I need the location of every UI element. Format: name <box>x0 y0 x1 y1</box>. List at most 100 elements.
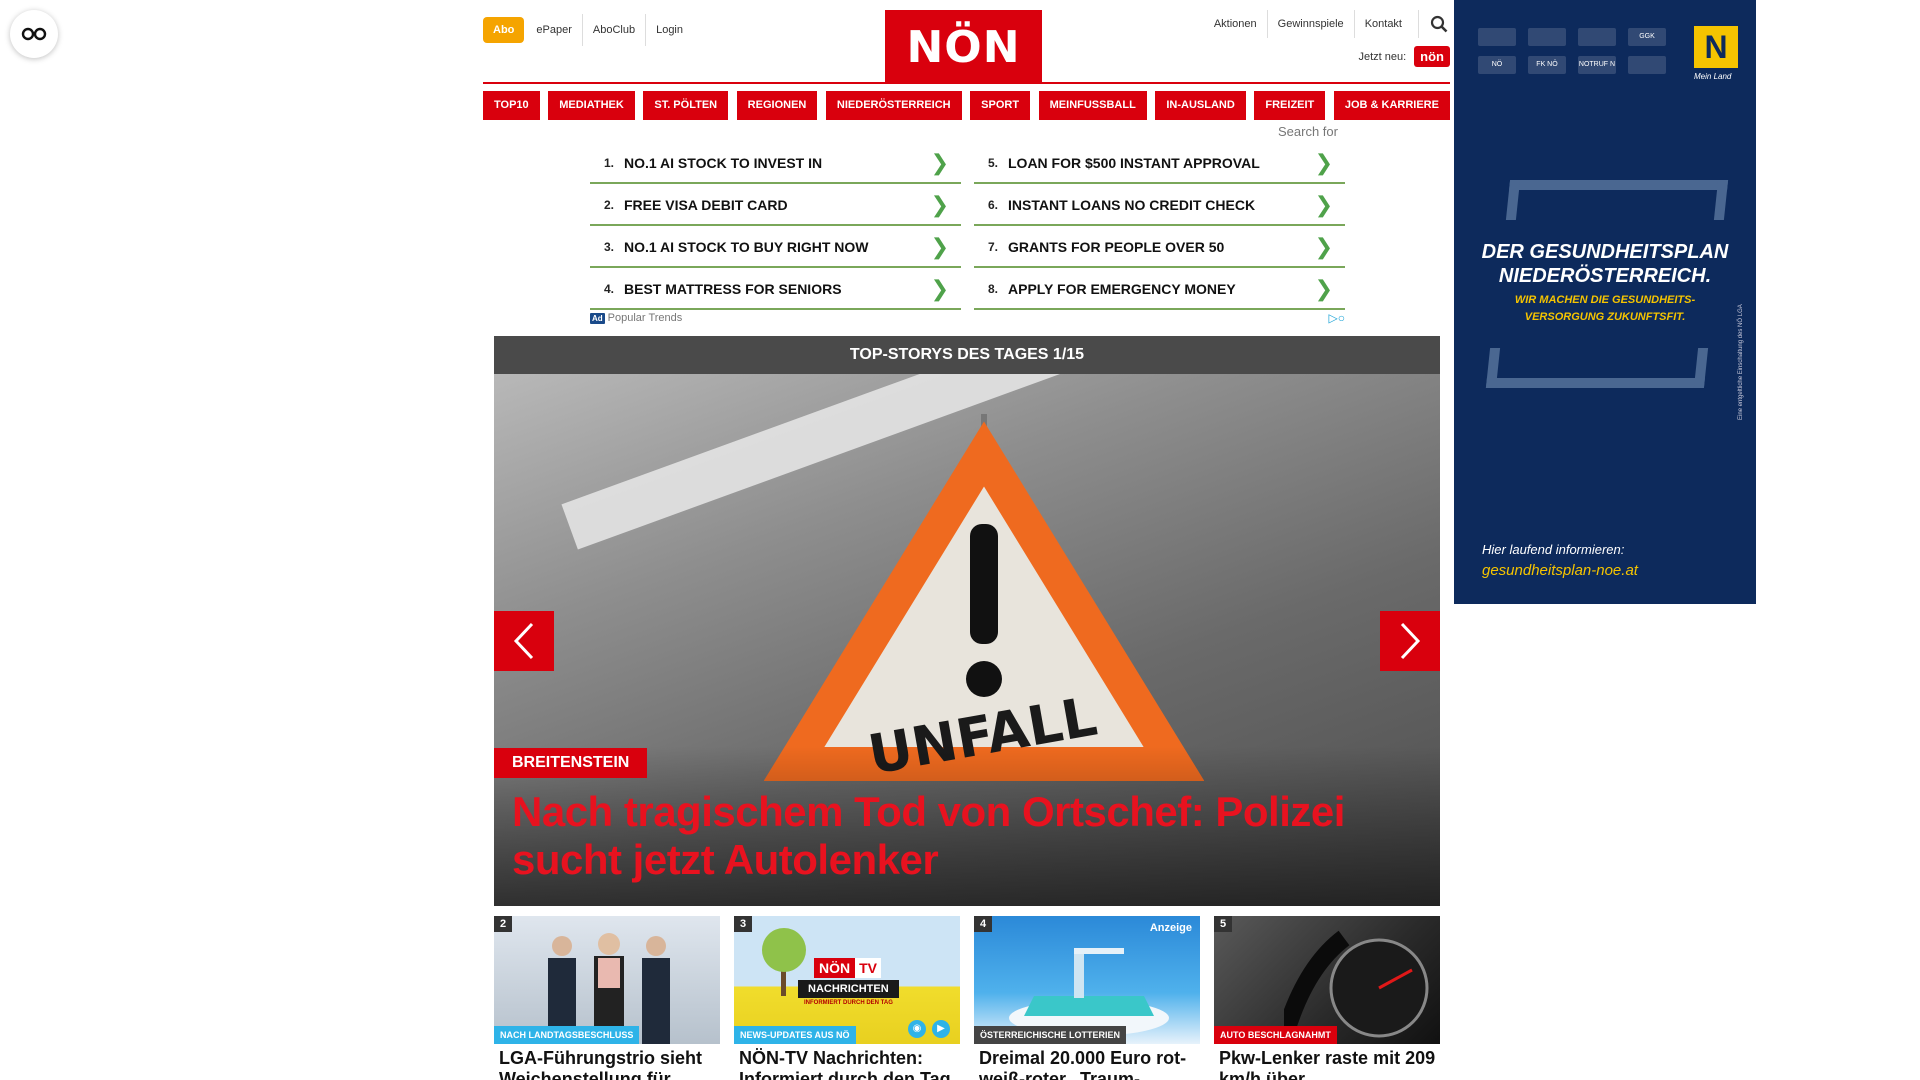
gewinnspiele-link[interactable]: Gewinnspiele <box>1266 10 1354 38</box>
search-ad-item[interactable]: 6. INSTANT LOANS NO CREDIT CHECK ❯ <box>974 186 1345 226</box>
jetzt-neu-label: Jetzt neu: <box>1358 50 1407 63</box>
search-ad-text: NO.1 AI STOCK TO INVEST IN <box>624 155 823 171</box>
search-ad-item[interactable]: 1. NO.1 AI STOCK TO INVEST IN ❯ <box>590 144 961 184</box>
card-tag[interactable]: ÖSTERREICHISCHE LOTTERIEN <box>974 1026 1127 1044</box>
header-left-links: Abo ePaper AboClub Login <box>483 14 693 46</box>
card-number: 3 <box>734 916 753 932</box>
search-ad-item[interactable]: 4. BEST MATTRESS FOR SENIORS ❯ <box>590 270 961 310</box>
slider-prev-button[interactable] <box>494 611 554 671</box>
search-ad-item[interactable]: 5. LOAN FOR $500 INSTANT APPROVAL ❯ <box>974 144 1345 184</box>
search-ad-number: 6. <box>987 198 998 212</box>
hero-category-tag[interactable]: BREITENSTEIN <box>494 748 648 778</box>
frame-decoration <box>1485 348 1709 388</box>
card-number: 4 <box>974 916 993 932</box>
ad-subline-1: WIR MACHEN DIE GESUNDHEITS- <box>1514 294 1696 306</box>
chevron-right-icon: ❯ <box>1314 150 1333 175</box>
card-tag[interactable]: NEWS-UPDATES AUS NÖ <box>734 1026 856 1044</box>
search-ad-item[interactable]: 3. NO.1 AI STOCK TO BUY RIGHT NOW ❯ <box>590 228 961 268</box>
nav-in-ausland[interactable]: IN-AUSLAND <box>1155 91 1246 120</box>
ad-badge: Ad <box>590 312 605 324</box>
frame-decoration <box>1505 180 1729 220</box>
card-title[interactable]: LGA-Führungstrio sieht Weichenstellung f… <box>499 1048 719 1080</box>
story-card[interactable]: 4 Anzeige ÖSTERREICHISCHE LOTTERIEN Drei… <box>974 916 1200 1080</box>
glasses-icon <box>21 27 47 41</box>
anzeige-label: Anzeige <box>1149 922 1192 934</box>
ad-subline: WIR MACHEN DIE GESUNDHEITS- VERSORGUNG Z… <box>1454 292 1756 326</box>
epaper-link[interactable]: ePaper <box>526 14 581 46</box>
partner-logo <box>1478 28 1516 46</box>
partner-logo <box>1578 28 1616 46</box>
story-cards: 2 NACH LANDTAGSBESCHLUSS LGA-Führungstri… <box>494 916 1440 1080</box>
nav-meinfussball[interactable]: MEINFUSSBALL <box>1038 91 1147 120</box>
noen-logo[interactable]: NÖN <box>885 10 1042 84</box>
search-ad-number: 3. <box>603 240 614 254</box>
card-tag[interactable]: NACH LANDTAGSBESCHLUSS <box>494 1026 640 1044</box>
search-icon[interactable] <box>1418 10 1450 38</box>
jetzt-neu[interactable]: Jetzt neu: nön <box>1358 46 1450 67</box>
sidebar-ad[interactable]: GGK NÖ FK NÖ NOTRUF N N Mein Land DER GE… <box>1454 0 1756 604</box>
warning-triangle-image: UNFALL <box>764 414 1204 784</box>
noen-tv-logo: NÖN TV <box>814 958 882 978</box>
story-card[interactable]: 2 NACH LANDTAGSBESCHLUSS LGA-Führungstri… <box>494 916 720 1080</box>
card-title[interactable]: Dreimal 20.000 Euro rot-weiß-roter „Trau… <box>979 1048 1199 1080</box>
reader-mode-button[interactable] <box>10 10 58 58</box>
card-number: 5 <box>1214 916 1233 932</box>
card-title[interactable]: NÖN-TV Nachrichten: Informiert durch den… <box>739 1048 959 1080</box>
aboclub-link[interactable]: AboClub <box>581 14 645 46</box>
nav-mediathek[interactable]: MEDIATHEK <box>548 91 635 120</box>
ad-provider[interactable]: Popular Trends <box>608 312 683 324</box>
search-ad-text: APPLY FOR EMERGENCY MONEY <box>1008 281 1236 297</box>
login-link[interactable]: Login <box>645 14 693 46</box>
slider-next-button[interactable] <box>1380 611 1440 671</box>
hero-story[interactable]: UNFALL BREITENSTEIN Nach tragischem Tod … <box>494 374 1440 906</box>
chevron-right-icon: ❯ <box>930 234 949 259</box>
card-title[interactable]: Pkw-Lenker raste mit 209 km/h über <box>1219 1048 1439 1080</box>
search-ads-footer: Ad Popular Trends ▷○ <box>590 311 1345 325</box>
abo-button[interactable]: Abo <box>483 17 525 43</box>
nachrichten-sub: INFORMIERT DURCH DEN TAG <box>804 1000 893 1006</box>
nav-st-poelten[interactable]: ST. PÖLTEN <box>643 91 729 120</box>
nav-regionen[interactable]: REGIONEN <box>736 91 818 120</box>
search-ad-item[interactable]: 7. GRANTS FOR PEOPLE OVER 50 ❯ <box>974 228 1345 268</box>
search-ad-number: 2. <box>603 198 614 212</box>
partner-logo: NOTRUF N <box>1578 56 1616 74</box>
kontakt-link[interactable]: Kontakt <box>1353 10 1412 38</box>
nav-job-karriere[interactable]: JOB & KARRIERE <box>1333 91 1450 120</box>
main-nav: TOP10 MEDIATHEK ST. PÖLTEN REGIONEN NIED… <box>483 91 1450 120</box>
chevron-right-icon: ❯ <box>930 150 949 175</box>
search-ad-text: FREE VISA DEBIT CARD <box>624 197 788 213</box>
ad-cta-url[interactable]: gesundheitsplan-noe.at <box>1482 562 1638 579</box>
search-ad-item[interactable]: 2. FREE VISA DEBIT CARD ❯ <box>590 186 961 226</box>
partner-logo <box>1528 28 1566 46</box>
nav-sport[interactable]: SPORT <box>970 91 1031 120</box>
adchoices-icon[interactable]: ▷○ <box>1329 311 1345 325</box>
search-ad-text: GRANTS FOR PEOPLE OVER 50 <box>1008 239 1225 255</box>
story-card[interactable]: 5 AUTO BESCHLAGNAHMT Pkw-Lenker raste mi… <box>1214 916 1440 1080</box>
partner-logo: FK NÖ <box>1528 56 1566 74</box>
search-ad-number: 5. <box>987 156 998 170</box>
pool-island-image <box>1009 948 1169 1036</box>
hero-headline[interactable]: Nach tragischem Tod von Ortschef: Polize… <box>512 788 1422 884</box>
header-divider <box>483 82 1450 84</box>
chevron-right-icon: ❯ <box>1314 234 1333 259</box>
card-tag[interactable]: AUTO BESCHLAGNAHMT <box>1214 1026 1337 1044</box>
nav-top10[interactable]: TOP10 <box>483 91 540 120</box>
chevron-right-icon <box>1400 622 1421 660</box>
search-ad-text: LOAN FOR $500 INSTANT APPROVAL <box>1008 155 1260 171</box>
story-card[interactable]: NÖN TV NACHRICHTEN INFORMIERT DURCH DEN … <box>734 916 960 1080</box>
card-image: NÖN TV NACHRICHTEN INFORMIERT DURCH DEN … <box>734 916 960 1044</box>
chevron-right-icon: ❯ <box>930 276 949 301</box>
search-ad-number: 7. <box>987 240 998 254</box>
aktionen-link[interactable]: Aktionen <box>1204 10 1267 38</box>
ad-headline-line2: NIEDERÖSTERREICH. <box>1498 265 1712 287</box>
mein-land-label: Mein Land <box>1694 72 1732 81</box>
jetzt-neu-badge[interactable]: nön <box>1414 46 1450 67</box>
partner-logo: GGK <box>1628 28 1666 46</box>
nav-niederoesterreich[interactable]: NIEDERÖSTERREICH <box>825 91 962 120</box>
card-image: 2 NACH LANDTAGSBESCHLUSS <box>494 916 720 1044</box>
camera-icon: ◉ <box>908 1020 926 1038</box>
nav-freizeit[interactable]: FREIZEIT <box>1254 91 1326 120</box>
search-ad-item[interactable]: 8. APPLY FOR EMERGENCY MONEY ❯ <box>974 270 1345 310</box>
search-ad-number: 4. <box>603 282 614 296</box>
search-ad-text: BEST MATTRESS FOR SENIORS <box>624 281 842 297</box>
